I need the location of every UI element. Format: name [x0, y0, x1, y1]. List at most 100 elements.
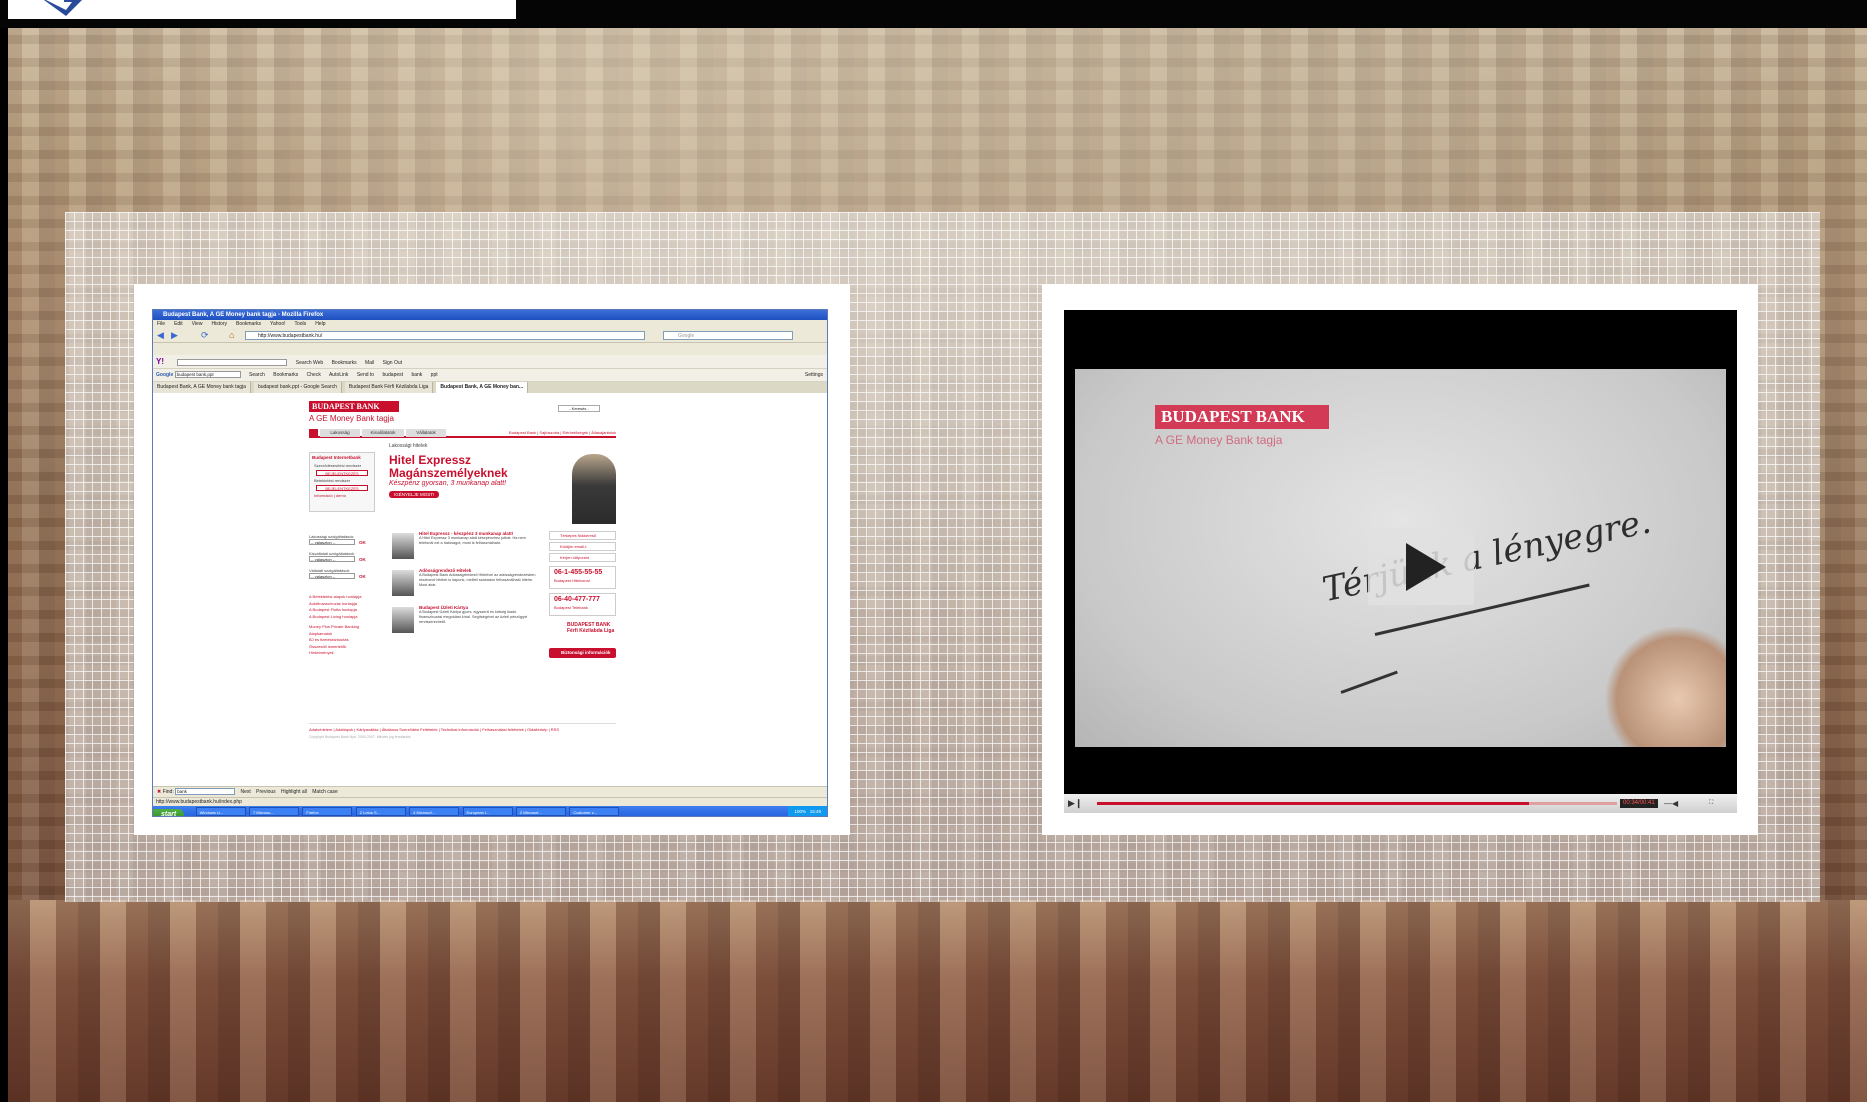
news-item: Adósságrendező Hitelek A Budapest Bank Ad… [389, 568, 539, 604]
site-search-select[interactable]: - Keresés - [558, 405, 600, 412]
nav-lakossag[interactable]: Lakosság [320, 429, 360, 437]
google-highlight-bank[interactable]: bank [411, 372, 422, 378]
find-match-case[interactable]: Match case [312, 789, 338, 795]
service-select[interactable]: -- választon -- [309, 539, 355, 545]
apply-now-button[interactable]: IGÉNYELJE MOST! [389, 491, 440, 498]
reload-icon[interactable]: ⟳ [201, 330, 209, 341]
tab-active[interactable]: Budapest Bank, A GE Money ban... [436, 382, 529, 393]
menu-bar: File Edit View History Bookmarks Yahoo! Tools H… [153, 320, 827, 329]
tab-budapest-bank[interactable]: Budapest Bank, A GE Money bank tagja [153, 382, 251, 393]
hero-photo [572, 454, 616, 524]
left-link[interactable]: Hirdetmények [309, 650, 375, 657]
taskbar-item[interactable]: Customer c... [569, 807, 620, 816]
google-settings[interactable]: Settings [805, 369, 823, 381]
web-page: BUDAPEST BANK A GE Money Bank tagja - Ke… [153, 393, 827, 786]
phone-hitelvonal: 06-1-455-55-55 Budapest Hitelvonal [549, 566, 616, 589]
find-input[interactable]: bank [175, 788, 236, 796]
video-tagline: A GE Money Bank tagja [1155, 433, 1283, 447]
navigation-toolbar: ◀ ▶ ⟳ ⌂ http://www.budapestbank.hu/ Goog… [153, 329, 827, 343]
taskbar-item[interactable]: 4 Microsof... [409, 807, 460, 816]
google-highlight-budapest[interactable]: budapest [382, 372, 403, 378]
menu-yahoo[interactable]: Yahoo! [270, 321, 285, 327]
menu-edit[interactable]: Edit [174, 321, 183, 327]
budapest-bank-site: BUDAPEST BANK A GE Money Bank tagja - Ke… [309, 399, 616, 779]
yahoo-search-web[interactable]: Search Web [296, 360, 323, 366]
back-icon[interactable]: ◀ [157, 330, 164, 341]
tray-clock: 15:49 [809, 809, 821, 814]
branch-finder-link[interactable]: Térképes fiókkereső [549, 531, 616, 540]
phone-telebank: 06-40-477-777 Budapest Telebank [549, 593, 616, 616]
find-bar: ✖ Find: bank Next Previous Highlight all… [153, 786, 827, 797]
yahoo-logo-icon[interactable]: Y! [156, 357, 164, 366]
home-icon[interactable]: ⌂ [229, 330, 234, 340]
find-previous[interactable]: Previous [256, 789, 275, 795]
top-links[interactable]: Budapest Bank | Sajtószoba | Elérhetőség… [509, 430, 616, 435]
find-next[interactable]: Next [241, 789, 251, 795]
search-box[interactable]: Google [663, 331, 793, 340]
service-select[interactable]: -- választon -- [309, 556, 355, 562]
liga-banner[interactable]: BUDAPEST BANK Férfi Kézilabda Liga [549, 622, 616, 648]
video-frame[interactable]: BUDAPEST BANK A GE Money Bank tagja Térj… [1075, 369, 1726, 747]
login-button[interactable]: BEJELENTKEZÉS [316, 470, 368, 476]
window-title: Budapest Bank, A GE Money bank tagja - M… [153, 310, 827, 320]
ok-button[interactable]: OK [359, 540, 366, 545]
close-icon[interactable]: ✖ [157, 789, 161, 795]
phone-label: Budapest Hitelvonal [554, 578, 590, 583]
logo-strip [8, 0, 516, 19]
google-check[interactable]: Check [307, 372, 321, 378]
menu-help[interactable]: Help [315, 321, 325, 327]
tab-google-search[interactable]: budapest bank.ppt - Google Search [253, 382, 342, 393]
google-send-to[interactable]: Send to [357, 372, 374, 378]
address-bar[interactable]: http://www.budapestbank.hu/ [245, 331, 645, 340]
google-highlight-ppt[interactable]: ppt [431, 372, 438, 378]
taskbar-item[interactable]: 2 Microsof... [515, 807, 566, 816]
left-link[interactable]: A Budapest Lízing honlapja [309, 614, 375, 621]
nav-vallalatok[interactable]: Vállalatok [406, 429, 446, 437]
taskbar-item[interactable]: 7 Microso... [248, 807, 299, 816]
login-button-2[interactable]: BEJELENTKEZÉS [316, 485, 368, 491]
seek-bar[interactable] [1097, 802, 1617, 805]
play-pause-icon[interactable]: ▶❙ [1068, 794, 1082, 813]
volume-icon[interactable]: —◀ [1664, 794, 1678, 813]
google-autolink[interactable]: AutoLink [329, 372, 348, 378]
security-info-button[interactable]: Biztonsági információk [549, 648, 616, 658]
start-button[interactable]: start [153, 809, 185, 816]
service-select[interactable]: -- választon -- [309, 573, 355, 579]
play-button[interactable] [1368, 529, 1474, 605]
menu-file[interactable]: File [157, 321, 165, 327]
news-item: Hitel Expressz - készpénz 3 munkanap ala… [389, 531, 539, 567]
taskbar-item[interactable]: European I... [462, 807, 513, 816]
ok-button[interactable]: OK [359, 574, 366, 579]
yahoo-mail[interactable]: Mail [365, 360, 374, 366]
video-bank-logo: BUDAPEST BANK [1155, 405, 1329, 429]
status-bar: http://www.budapestbank.hu/index.php [153, 797, 827, 806]
site-nav: Lakosság Kisvállalatok Vállalatok Budape… [309, 429, 616, 438]
yahoo-bookmarks[interactable]: Bookmarks [332, 360, 357, 366]
menu-bookmarks[interactable]: Bookmarks [236, 321, 261, 327]
ok-button[interactable]: OK [359, 557, 366, 562]
google-query-input[interactable]: budapest bank.ppt [174, 371, 241, 379]
site-footer-links[interactable]: Adatvédelem | Adatlapok | Kártyaváltás |… [309, 723, 616, 732]
menu-view[interactable]: View [192, 321, 203, 327]
news-desc: A Budapest Bank Adósságrendező Hitelével… [419, 573, 536, 587]
menu-history[interactable]: History [211, 321, 227, 327]
internetbank-links[interactable]: Információ | demó [310, 492, 374, 499]
taskbar-item[interactable]: Firefox [302, 807, 353, 816]
bank-logo[interactable]: BUDAPEST BANK [309, 401, 399, 412]
taskbar-item[interactable]: Windows Li... [195, 807, 246, 816]
news-thumbnail [392, 533, 414, 559]
email-link[interactable]: Küldjön email-t [549, 542, 616, 551]
home-icon[interactable] [309, 429, 318, 437]
nav-kisvallalatok[interactable]: Kisvállalatok [362, 429, 404, 437]
google-bookmarks[interactable]: Bookmarks [273, 372, 298, 378]
menu-tools[interactable]: Tools [295, 321, 307, 327]
appointment-link[interactable]: Kérjen időpontot [549, 553, 616, 562]
find-highlight[interactable]: Highlight all [281, 789, 307, 795]
taskbar-item[interactable]: 2 Lotus S... [355, 807, 406, 816]
tab-kezilabda-liga[interactable]: Budapest Bank Férfi Kézilabda Liga [344, 382, 434, 393]
yahoo-search-input[interactable] [177, 359, 288, 367]
forward-icon[interactable]: ▶ [171, 330, 178, 341]
yahoo-sign-out[interactable]: Sign Out [383, 360, 402, 366]
fullscreen-icon[interactable]: ⛶ [1709, 794, 1713, 813]
google-search-button[interactable]: Search [249, 372, 265, 378]
